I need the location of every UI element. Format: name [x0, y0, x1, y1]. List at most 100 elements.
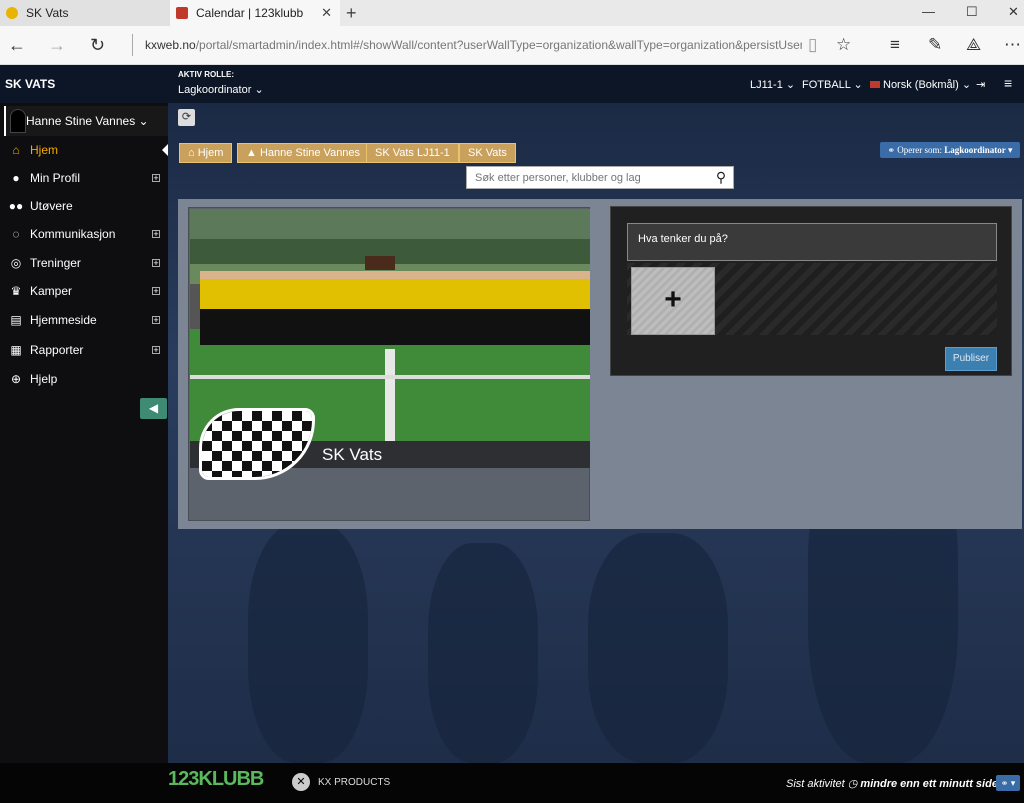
hamburger-menu-icon[interactable]: ≡ — [1004, 75, 1012, 91]
search-input[interactable] — [467, 167, 709, 188]
lifebuoy-icon: ⊕ — [10, 372, 22, 386]
background-silhouette — [428, 543, 538, 763]
user-name: Hanne Stine Vannes — [26, 114, 136, 128]
last-activity-status: Sist aktivitet ◷ mindre enn ett minutt s… — [786, 778, 1005, 790]
club-card: SK Vats — [188, 207, 590, 521]
breadcrumb-team[interactable]: SK Vats LJ11-1 — [366, 143, 459, 163]
link-icon: ⚭ — [887, 145, 895, 155]
reading-view-icon[interactable]: ▯ — [808, 35, 817, 55]
tab-label: SK Vats — [26, 6, 69, 20]
tab-label: Calendar | 123klubb — [196, 6, 304, 20]
app-header: SK VATS AKTIV ROLLE: Lagkoordinator ⌄ LJ… — [0, 65, 1024, 103]
brand-title: SK VATS — [5, 77, 56, 91]
team-dropdown[interactable]: LJ11-1 ⌄ — [750, 78, 795, 91]
sidebar-item-hjem[interactable]: ⌂ Hjem — [0, 137, 168, 163]
operate-as-dropdown[interactable]: ⚭ Operer som: Lagkoordinator ▾ — [880, 142, 1020, 158]
hub-menu-icon[interactable]: ≡ — [890, 35, 900, 55]
post-composer: Hva tenker du på? + Publiser — [610, 206, 1012, 376]
trophy-icon: ♛ — [10, 284, 22, 298]
url-field[interactable]: kxweb.no/portal/smartadmin/index.html#/s… — [132, 34, 802, 56]
expand-icon[interactable]: + — [152, 259, 160, 268]
target-icon: ◎ — [10, 256, 22, 270]
search-bar: ⚲ — [466, 166, 734, 189]
browser-address-bar: ← → ↻ kxweb.no/portal/smartadmin/index.h… — [0, 26, 1024, 65]
browser-tab-bar: SK Vats Calendar | 123klubb ✕ + — ☐ ✕ — [0, 0, 1024, 26]
plus-icon: + — [664, 283, 682, 316]
comments-icon: ◌ — [12, 227, 20, 241]
arrow-left-icon: ◀ — [148, 401, 159, 415]
post-text-input[interactable]: Hva tenker du på? — [627, 223, 997, 261]
close-window-icon[interactable]: ✕ — [1008, 4, 1019, 20]
team-photo — [190, 209, 590, 441]
minimize-icon[interactable]: — — [922, 4, 935, 19]
url-path: /portal/smartadmin/index.html#/showWall/… — [195, 38, 802, 52]
expand-icon[interactable]: + — [152, 174, 160, 183]
map-icon: ▦ — [10, 343, 22, 357]
user-menu[interactable]: Hanne Stine Vannes ⌄ — [4, 106, 168, 136]
footer-settings-button[interactable]: ⚭ ▾ — [996, 775, 1020, 791]
sidebar-item-rapporter[interactable]: ▦ Rapporter + — [0, 337, 168, 363]
sidebar-item-utovere[interactable]: ●● Utøvere — [0, 193, 168, 219]
sidebar: Hanne Stine Vannes ⌄ ⌂ Hjem ● Min Profil + … — [0, 103, 168, 763]
maximize-icon[interactable]: ☐ — [966, 4, 978, 20]
expand-icon[interactable]: + — [152, 346, 160, 355]
page-icon: ▤ — [10, 313, 22, 327]
sidebar-item-treninger[interactable]: ◎ Treninger + — [0, 250, 168, 276]
expand-icon[interactable]: + — [152, 316, 160, 325]
favorite-star-icon[interactable]: ☆ — [836, 35, 851, 55]
expand-icon[interactable]: + — [152, 287, 160, 296]
breadcrumb-hjem[interactable]: ⌂ Hjem — [179, 143, 233, 163]
add-attachment-button[interactable]: + — [631, 267, 715, 335]
breadcrumb-user[interactable]: ▲ Hanne Stine Vannes — [237, 143, 370, 163]
refresh-icon[interactable]: ↻ — [90, 35, 105, 56]
sidebar-item-kamper[interactable]: ♛ Kamper + — [0, 278, 168, 304]
wall-panel: SK Vats Hva tenker du på? + Publiser — [178, 199, 1022, 529]
home-icon: ⌂ — [188, 147, 195, 159]
123klubb-favicon-icon — [176, 7, 188, 19]
browser-tab-calendar[interactable]: Calendar | 123klubb ✕ — [170, 0, 340, 26]
close-tab-icon[interactable]: ✕ — [321, 5, 332, 21]
upload-area: + — [627, 263, 997, 335]
123klubb-logo: 123KLUBB — [168, 768, 264, 790]
users-icon: ●● — [8, 199, 24, 213]
language-dropdown[interactable]: Norsk (Bokmål) ⌄ — [870, 78, 971, 91]
logout-icon[interactable]: ⇥ — [976, 78, 985, 91]
refresh-wall-button[interactable]: ⟳ — [178, 109, 195, 126]
main-content: ⟳ ⌂ Hjem ▲ Hanne Stine Vannes SK Vats LJ… — [168, 103, 1024, 763]
background-silhouette — [588, 533, 728, 763]
refresh-icon: ⟳ — [181, 111, 192, 123]
club-logo — [199, 408, 315, 480]
kx-products-logo: ✕ KX PRODUCTS — [292, 773, 390, 791]
user-icon: ▲ — [246, 147, 257, 159]
role-label: AKTIV ROLLE: — [178, 70, 234, 79]
more-icon[interactable]: ⋯ — [1004, 35, 1021, 55]
sidebar-item-kommunikasjon[interactable]: ◌ Kommunikasjon + — [0, 221, 168, 247]
sidebar-item-hjelp[interactable]: ⊕ Hjelp — [0, 366, 168, 392]
role-dropdown[interactable]: Lagkoordinator ⌄ — [178, 83, 264, 96]
new-tab-icon[interactable]: + — [346, 3, 357, 24]
clock-icon: ◷ — [847, 778, 858, 790]
search-icon[interactable]: ⚲ — [709, 169, 733, 186]
expand-icon[interactable]: + — [152, 230, 160, 239]
sk-vats-favicon-icon — [6, 7, 18, 19]
sidebar-item-min-profil[interactable]: ● Min Profil + — [0, 165, 168, 191]
background-silhouette — [248, 523, 368, 763]
url-host: kxweb.no — [145, 38, 196, 52]
footer: 123KLUBB ✕ KX PRODUCTS Sist aktivitet ◷ … — [0, 763, 1024, 803]
norway-flag-icon — [870, 81, 880, 88]
kx-icon: ✕ — [292, 773, 310, 791]
web-note-icon[interactable]: ✎ — [928, 35, 942, 55]
share-icon[interactable]: ⟁ — [966, 35, 981, 55]
breadcrumb-club[interactable]: SK Vats — [459, 143, 516, 163]
avatar — [10, 109, 26, 133]
user-icon: ● — [12, 171, 20, 185]
link-icon: ⚭ — [1000, 778, 1009, 788]
home-icon: ⌂ — [12, 143, 20, 157]
sport-dropdown[interactable]: FOTBALL ⌄ — [802, 78, 863, 91]
browser-tab-sk-vats[interactable]: SK Vats — [0, 0, 170, 26]
forward-arrow-icon[interactable]: → — [48, 35, 66, 56]
collapse-sidebar-button[interactable]: ◀ — [140, 398, 167, 419]
sidebar-item-hjemmeside[interactable]: ▤ Hjemmeside + — [0, 307, 168, 333]
back-arrow-icon[interactable]: ← — [8, 35, 26, 56]
publish-button[interactable]: Publiser — [945, 347, 997, 371]
